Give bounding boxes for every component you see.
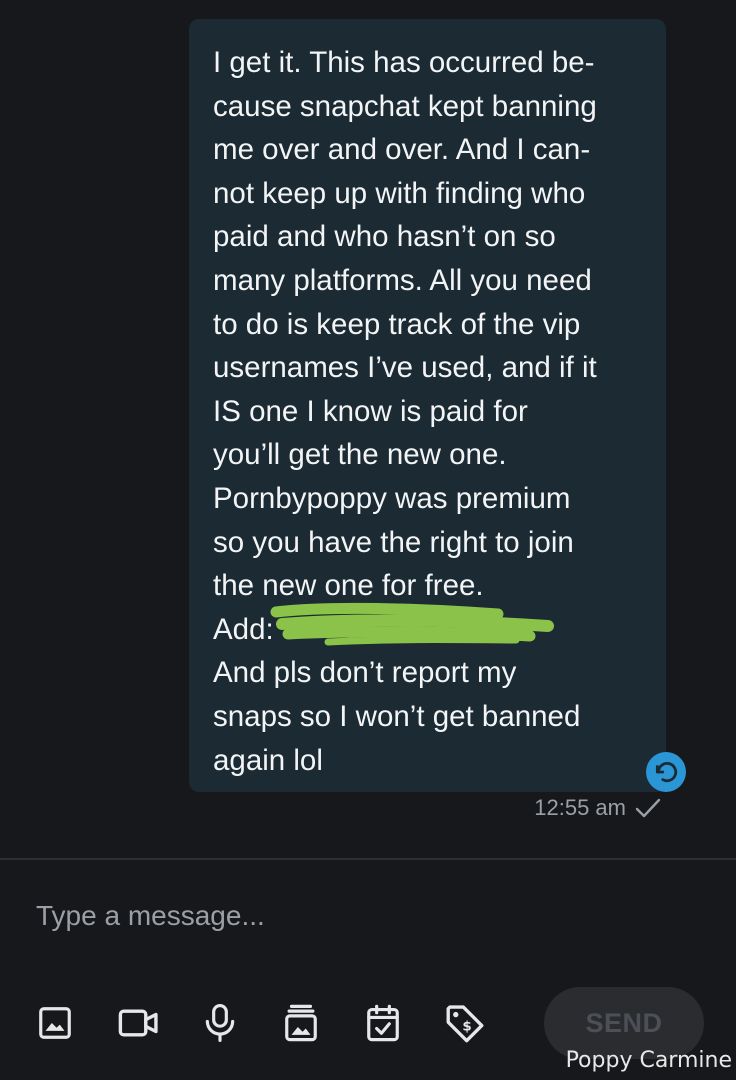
message-line: paid and who hasn’t on so [213, 220, 556, 254]
message-line: And pls don’t report my [213, 656, 517, 690]
message-time: 12:55 am [534, 795, 626, 820]
message-input[interactable] [36, 894, 596, 938]
message-bubble[interactable]: I get it. This has occurred be- cause sn… [189, 19, 666, 792]
check-icon [635, 798, 661, 818]
image-icon[interactable] [34, 1002, 76, 1044]
message-line: snaps so I won’t get banned [213, 699, 581, 733]
message-line: not keep up with finding who [213, 176, 586, 210]
composer-divider [0, 858, 736, 860]
message-line: me over and over. And I can- [213, 133, 591, 167]
message-line: again lol [213, 743, 323, 777]
redaction-scribble [270, 602, 554, 646]
message-line: so you have the right to join [213, 525, 574, 559]
price-tag-icon[interactable]: $ [442, 1002, 488, 1044]
calendar-check-icon[interactable] [362, 1002, 404, 1044]
message-line: many platforms. All you need [213, 263, 592, 297]
message-line: usernames I’ve used, and if it [213, 351, 597, 385]
microphone-icon[interactable] [199, 1002, 241, 1044]
message-line: IS one I know is paid for [213, 394, 528, 428]
message-line: I get it. This has occurred be- [213, 46, 595, 79]
reply-icon[interactable] [646, 752, 686, 792]
message-text: I get it. This has occurred be- cause sn… [213, 41, 644, 782]
svg-text:$: $ [462, 1020, 471, 1035]
message-line: you’ll get the new one. [213, 438, 507, 472]
message-meta: 12:55 am [534, 795, 662, 821]
message-line: cause snapchat kept banning [213, 89, 597, 123]
video-icon[interactable] [116, 1002, 162, 1044]
watermark-text: Poppy Carmine [565, 1048, 732, 1073]
message-line: to do is keep track of the vip [213, 307, 581, 341]
message-line: Pornbypoppy was premium [213, 481, 571, 515]
gallery-icon[interactable] [280, 1002, 322, 1044]
